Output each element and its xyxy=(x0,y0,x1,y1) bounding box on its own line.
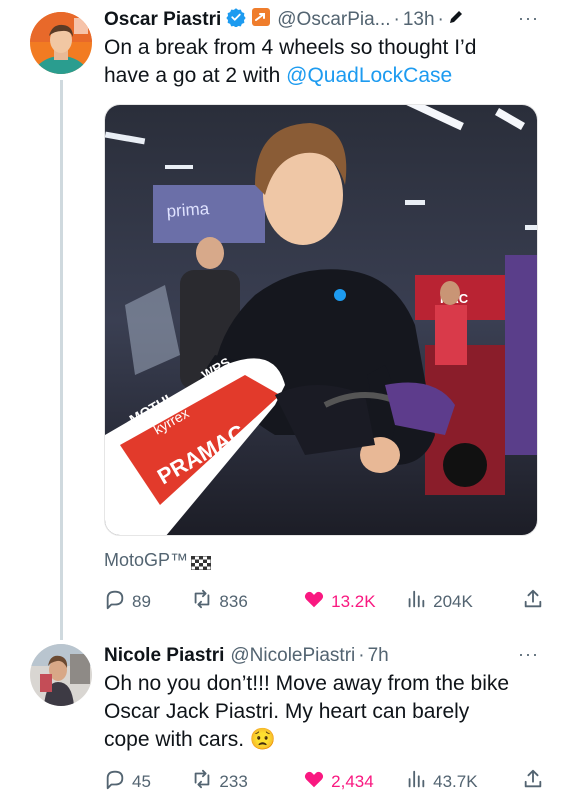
tweet-oscar[interactable]: Oscar Piastri @OscarPia... · 13h · ··· O… xyxy=(0,0,565,640)
tweet-text-line: cope with cars. 😟 xyxy=(104,726,539,754)
reply-icon xyxy=(104,768,126,795)
tweet-photo[interactable]: prima RAC xyxy=(104,104,538,536)
reply-count: 45 xyxy=(132,771,151,791)
like-button[interactable]: 2,434 xyxy=(303,768,405,795)
mention-link[interactable]: @QuadLockCase xyxy=(286,64,452,87)
display-name[interactable]: Nicole Piastri xyxy=(104,645,224,667)
share-icon xyxy=(522,588,544,615)
heart-icon xyxy=(303,588,325,615)
views-count: 204K xyxy=(433,591,473,611)
tweet-text-part: cope with cars. xyxy=(104,728,250,751)
edited-pencil-icon xyxy=(447,8,465,32)
tweet-text-line: Oh no you don’t!!! Move away from the bi… xyxy=(104,672,510,695)
more-dots-icon[interactable]: ··· xyxy=(518,8,539,29)
retweet-count: 233 xyxy=(219,771,248,791)
more-dots-icon[interactable]: ··· xyxy=(518,644,539,665)
avatar[interactable] xyxy=(30,644,92,706)
tweet-text: On a break from 4 wheels so thought I’d … xyxy=(104,34,539,90)
worried-emoji: 😟 xyxy=(249,728,277,751)
photo-illustration: prima RAC xyxy=(105,105,537,535)
like-button[interactable]: 13.2K xyxy=(303,588,405,615)
avatar[interactable] xyxy=(30,12,92,74)
tweet-body: Nicole Piastri @NicolePiastri · 7h ··· O… xyxy=(104,644,539,754)
share-icon xyxy=(522,768,544,795)
views-icon xyxy=(405,588,427,615)
reply-count: 89 xyxy=(132,591,151,611)
topic-tag[interactable]: MotoGP™ xyxy=(104,550,212,571)
share-button[interactable] xyxy=(522,768,544,795)
views-button[interactable]: 204K xyxy=(405,588,512,615)
topic-label: MotoGP™ xyxy=(104,550,189,570)
retweet-button[interactable]: 836 xyxy=(191,588,303,615)
tweet-text: Oh no you don’t!!! Move away from the bi… xyxy=(104,670,539,754)
retweet-button[interactable]: 233 xyxy=(191,768,303,795)
affiliate-badge-icon[interactable] xyxy=(251,7,271,33)
timestamp[interactable]: 13h xyxy=(403,9,435,31)
thread-line xyxy=(60,80,63,640)
retweet-count: 836 xyxy=(219,591,248,611)
tweet-header: Oscar Piastri @OscarPia... · 13h · ··· xyxy=(104,8,539,32)
reply-button[interactable]: 45 xyxy=(104,768,191,795)
retweet-icon xyxy=(191,588,213,615)
views-button[interactable]: 43.7K xyxy=(405,768,512,795)
reply-icon xyxy=(104,588,126,615)
heart-icon xyxy=(303,768,325,795)
views-icon xyxy=(405,768,427,795)
like-count: 13.2K xyxy=(331,591,376,611)
separator: · xyxy=(358,645,365,666)
tweet-header: Nicole Piastri @NicolePiastri · 7h ··· xyxy=(104,644,539,668)
share-button[interactable] xyxy=(522,588,544,615)
banner-text: prima xyxy=(166,199,210,221)
reply-button[interactable]: 89 xyxy=(104,588,191,615)
tweet-text-line: On a break from 4 wheels so thought I’d xyxy=(104,36,477,59)
action-bar: 45 233 2,434 43.7K xyxy=(104,768,544,795)
like-count: 2,434 xyxy=(331,771,374,791)
timestamp[interactable]: 7h xyxy=(368,645,389,667)
tweet-body: Oscar Piastri @OscarPia... · 13h · ··· O… xyxy=(104,8,539,90)
action-bar: 89 836 13.2K 204K xyxy=(104,588,544,615)
chequered-flag-icon xyxy=(190,554,212,570)
tweet-text-part: have a go at 2 with xyxy=(104,64,287,87)
tweet-text-line: have a go at 2 with @QuadLockCase xyxy=(104,62,539,90)
display-name[interactable]: Oscar Piastri xyxy=(104,9,221,31)
separator: · xyxy=(437,9,444,30)
views-count: 43.7K xyxy=(433,771,478,791)
handle[interactable]: @NicolePiastri xyxy=(230,645,355,667)
tweet-text-line: Oscar Jack Piastri. My heart can barely xyxy=(104,700,470,723)
separator: · xyxy=(393,9,400,30)
retweet-icon xyxy=(191,768,213,795)
verified-badge-icon xyxy=(226,7,246,33)
tweet-nicole[interactable]: Nicole Piastri @NicolePiastri · 7h ··· O… xyxy=(0,640,565,800)
handle[interactable]: @OscarPia... xyxy=(277,9,390,31)
